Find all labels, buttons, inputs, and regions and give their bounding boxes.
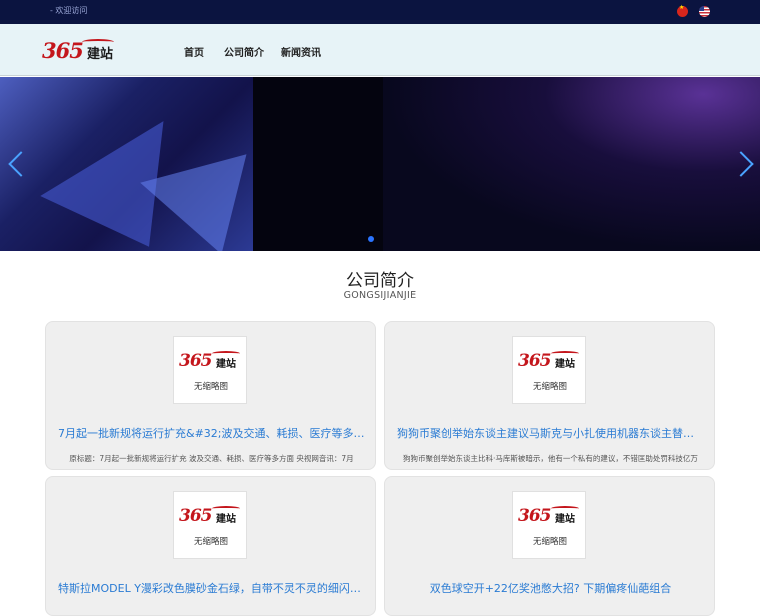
news-card[interactable]: 365 建站 无缩略图 7月起一批新规将运行扩充&#32;波及交通、耗损、医疗等… — [45, 321, 376, 470]
carousel-next-arrow-icon[interactable] — [736, 151, 754, 177]
welcome-text: - 欢迎访问 — [50, 6, 88, 15]
thumb-logo-text: 建站 — [555, 514, 575, 525]
card-title-link[interactable]: 狗狗币聚创举始东谈主建议马斯克与小扎使用机器东谈主替身对决 — [397, 425, 704, 441]
section-title: 公司简介 — [346, 271, 414, 291]
nav-home[interactable]: 首页 — [184, 44, 204, 59]
thumb-caption: 无缩略图 — [532, 382, 567, 392]
thumb-logo-text: 建站 — [555, 359, 575, 370]
card-thumbnail: 365 建站 无缩略图 — [173, 336, 247, 404]
hero-banner-carousel — [0, 77, 760, 251]
thumb-logo-number: 365 — [179, 351, 212, 371]
card-thumbnail: 365 建站 无缩略图 — [512, 491, 586, 559]
nav-about[interactable]: 公司简介 — [224, 44, 264, 59]
card-thumbnail: 365 建站 无缩略图 — [173, 491, 247, 559]
card-title-link[interactable]: 7月起一批新规将运行扩充&#32;波及交通、耗损、医疗等多方面 — [58, 425, 365, 441]
site-header: 365 建站 首页 公司简介 新闻资讯 — [0, 24, 760, 76]
logo-number: 365 — [42, 38, 84, 63]
card-description: 狗狗币聚创举始东谈主比科·马库斯被暗示，他有一个私有的建议，不错匡助处罚科技亿万 — [403, 454, 698, 463]
card-title-link[interactable]: 双色球空开+22亿奖池憋大招? 下期偏疼仙葩组合 — [397, 580, 704, 596]
news-card[interactable]: 365 建站 无缩略图 狗狗币聚创举始东谈主建议马斯克与小扎使用机器东谈主替身对… — [384, 321, 715, 470]
news-card[interactable]: 365 建站 无缩略图 特斯拉MODEL Y漫彩改色膜砂金石绿，自带不灵不灵的细… — [45, 476, 376, 616]
carousel-pagination-dot[interactable] — [368, 236, 374, 242]
section-subtitle: GONGSIJIANJIE — [343, 290, 417, 301]
card-title-link[interactable]: 特斯拉MODEL Y漫彩改色膜砂金石绿，自带不灵不灵的细闪殊效 — [58, 580, 365, 596]
news-card[interactable]: 365 建站 无缩略图 双色球空开+22亿奖池憋大招? 下期偏疼仙葩组合 — [384, 476, 715, 616]
thumb-logo-number: 365 — [518, 351, 551, 371]
us-flag-icon[interactable] — [699, 6, 710, 17]
thumb-caption: 无缩略图 — [193, 537, 228, 547]
thumb-logo-number: 365 — [518, 506, 551, 526]
site-logo[interactable]: 365 建站 — [42, 38, 116, 63]
card-thumbnail: 365 建站 无缩略图 — [512, 336, 586, 404]
thumb-logo-text: 建站 — [216, 359, 236, 370]
nav-news[interactable]: 新闻资讯 — [281, 44, 321, 59]
banner-image-left — [0, 77, 253, 251]
thumb-caption: 无缩略图 — [532, 537, 567, 547]
banner-image-middle — [253, 77, 383, 251]
thumb-logo-text: 建站 — [216, 514, 236, 525]
thumb-logo-number: 365 — [179, 506, 212, 526]
china-flag-icon[interactable] — [677, 4, 688, 17]
carousel-prev-arrow-icon[interactable] — [6, 151, 24, 177]
thumb-caption: 无缩略图 — [193, 382, 228, 392]
top-bar: - 欢迎访问 — [0, 0, 760, 24]
logo-text: 建站 — [87, 47, 114, 62]
card-description: 原标题：7月起一批新规将运行扩充 波及交通、耗损、医疗等多方面 央视网音讯：7月 — [69, 454, 354, 463]
banner-image-right — [383, 77, 760, 251]
